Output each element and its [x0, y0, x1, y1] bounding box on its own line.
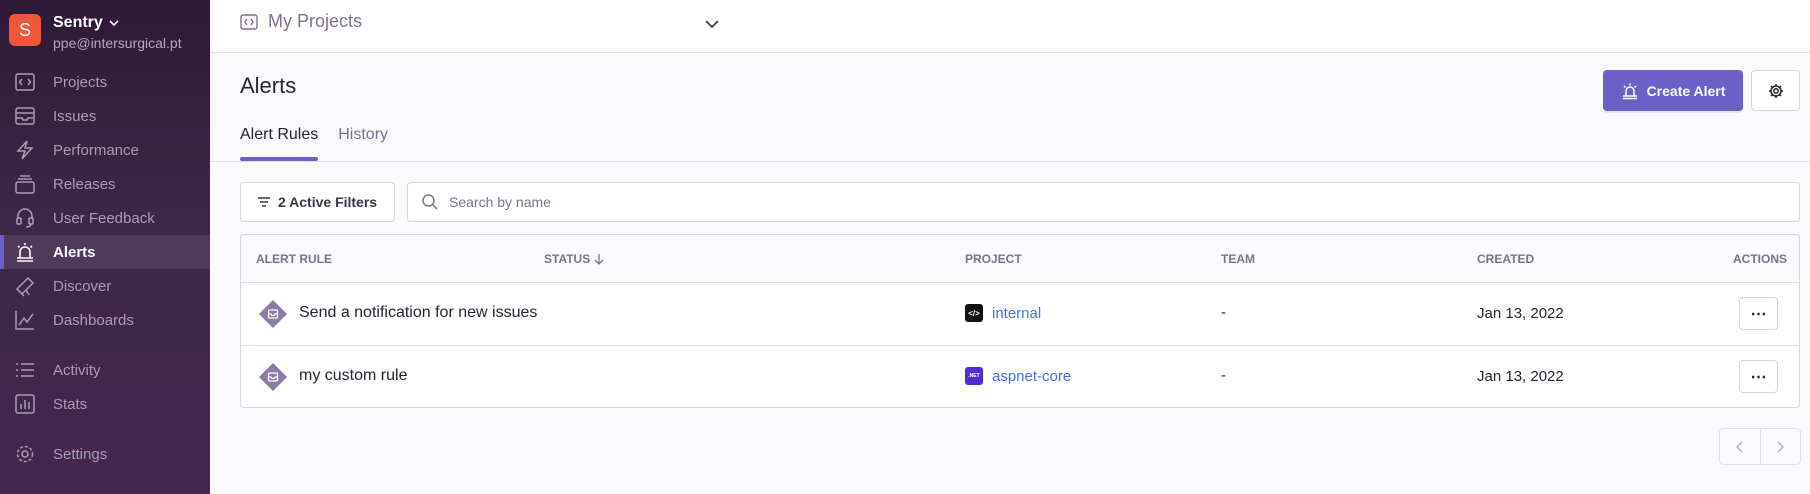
issues-icon: [15, 107, 35, 125]
column-actions: Actions: [1733, 252, 1787, 266]
alert-settings-button[interactable]: [1751, 70, 1800, 111]
user-feedback-icon: [16, 208, 34, 228]
project-selector-label: My Projects: [268, 11, 363, 31]
search-input[interactable]: [449, 194, 1799, 210]
performance-icon: [16, 140, 34, 160]
sidebar-item-label: Settings: [53, 445, 108, 463]
column-status[interactable]: Status: [544, 252, 605, 266]
project-badge-text: .NET: [968, 373, 980, 379]
sidebar-item-issues[interactable]: Issues: [0, 99, 210, 133]
projects-icon: [240, 13, 258, 30]
active-filters-label: 2 Active Filters: [278, 194, 378, 210]
projects-icon: [15, 73, 35, 91]
tabs-divider: [210, 161, 1810, 162]
sidebar-item-label: Performance: [53, 141, 139, 159]
chevron-right-icon: [1777, 440, 1785, 453]
sidebar-item-stats[interactable]: Stats: [0, 387, 210, 421]
team-value: -: [1221, 367, 1226, 384]
project-platform-icon: </>: [965, 304, 983, 322]
project-link[interactable]: internal: [992, 305, 1041, 322]
sidebar-item-label: User Feedback: [53, 209, 155, 227]
activity-icon: [16, 363, 34, 377]
project-link[interactable]: aspnet-core: [992, 368, 1071, 385]
table-row: my custom rule .NET aspnet-core - Jan 13…: [241, 345, 1799, 407]
top-bar: My Projects: [210, 0, 1810, 53]
sidebar-item-settings[interactable]: Settings: [0, 437, 210, 471]
tab-alert-rules[interactable]: Alert Rules: [240, 126, 319, 161]
org-name: Sentry: [53, 14, 182, 31]
column-created: Created: [1477, 252, 1535, 266]
column-alert-rule: Alert Rule: [256, 252, 332, 266]
org-switcher[interactable]: S Sentry ppe@intersurgical.pt: [9, 14, 182, 51]
alerts-icon: [17, 243, 33, 262]
gear-icon: [1768, 83, 1783, 98]
filter-icon: [258, 197, 270, 207]
created-date: Jan 13, 2022: [1477, 305, 1564, 322]
org-name-text: Sentry: [53, 14, 103, 31]
create-alert-label: Create Alert: [1646, 82, 1726, 99]
alert-rule-name[interactable]: Send a notification for new issues: [299, 304, 537, 322]
previous-page-button[interactable]: [1720, 429, 1760, 464]
alert-rules-table: Alert Rule Status Project Team Created A…: [240, 234, 1800, 408]
created-date: Jan 13, 2022: [1477, 368, 1564, 385]
issue-alert-icon: [259, 300, 287, 328]
tab-history[interactable]: History: [338, 126, 388, 161]
project-platform-icon: .NET: [965, 367, 983, 385]
releases-icon: [15, 175, 35, 194]
alert-tabs: Alert Rules History: [240, 126, 408, 161]
create-alert-button[interactable]: Create Alert: [1603, 70, 1743, 111]
ellipsis-icon: ⋯: [1750, 305, 1767, 323]
sidebar-item-label: Activity: [53, 361, 101, 379]
sidebar-item-label: Dashboards: [53, 311, 134, 329]
sidebar-item-dashboards[interactable]: Dashboards: [0, 303, 210, 337]
org-avatar: S: [9, 14, 41, 46]
sidebar-item-releases[interactable]: Releases: [0, 167, 210, 201]
sidebar-item-projects[interactable]: Projects: [0, 65, 210, 99]
active-filters-button[interactable]: 2 Active Filters: [240, 182, 395, 222]
issue-alert-icon: [259, 363, 287, 391]
sidebar-item-alerts[interactable]: Alerts: [0, 235, 210, 269]
sidebar-item-label: Discover: [53, 277, 112, 295]
sidebar-item-label: Releases: [53, 175, 116, 193]
column-team: Team: [1221, 252, 1255, 266]
chevron-down-icon[interactable]: [704, 16, 720, 32]
discover-icon: [15, 276, 35, 297]
sidebar-item-performance[interactable]: Performance: [0, 133, 210, 167]
alert-rule-name[interactable]: my custom rule: [299, 367, 407, 385]
sidebar-item-label: Projects: [53, 73, 108, 91]
sidebar-item-label: Issues: [53, 107, 97, 125]
pagination: [1719, 428, 1801, 465]
team-value: -: [1221, 304, 1226, 321]
sidebar-item-label: Alerts: [53, 243, 96, 261]
search-bar: [407, 182, 1800, 222]
stats-icon: [15, 394, 35, 414]
settings-icon: [16, 445, 34, 463]
project-cell: .NET aspnet-core: [965, 367, 1071, 385]
sidebar-item-user-feedback[interactable]: User Feedback: [0, 201, 210, 235]
dashboards-icon: [15, 311, 34, 330]
table-row: Send a notification for new issues </> i…: [241, 283, 1799, 345]
project-cell: </> internal: [965, 304, 1041, 322]
chevron-left-icon: [1735, 440, 1743, 453]
ellipsis-icon: ⋯: [1750, 368, 1767, 386]
sidebar: S Sentry ppe@intersurgical.pt Projects I…: [0, 0, 210, 494]
sidebar-item-activity[interactable]: Activity: [0, 353, 210, 387]
sidebar-item-label: Stats: [53, 395, 88, 413]
project-badge-text: </>: [968, 308, 980, 318]
next-page-button[interactable]: [1759, 429, 1801, 464]
search-icon: [422, 194, 438, 210]
row-actions-button[interactable]: ⋯: [1739, 297, 1778, 330]
arrow-down-icon: [594, 254, 604, 265]
column-status-label: Status: [544, 252, 591, 266]
org-email: ppe@intersurgical.pt: [53, 35, 182, 51]
siren-icon: [1622, 83, 1637, 99]
row-actions-button[interactable]: ⋯: [1739, 360, 1778, 393]
column-project: Project: [965, 252, 1022, 266]
table-header: Alert Rule Status Project Team Created A…: [241, 235, 1799, 283]
sidebar-item-discover[interactable]: Discover: [0, 269, 210, 303]
chevron-down-icon: [109, 20, 119, 27]
project-selector[interactable]: My Projects: [240, 11, 362, 32]
page-title: Alerts: [240, 73, 297, 98]
